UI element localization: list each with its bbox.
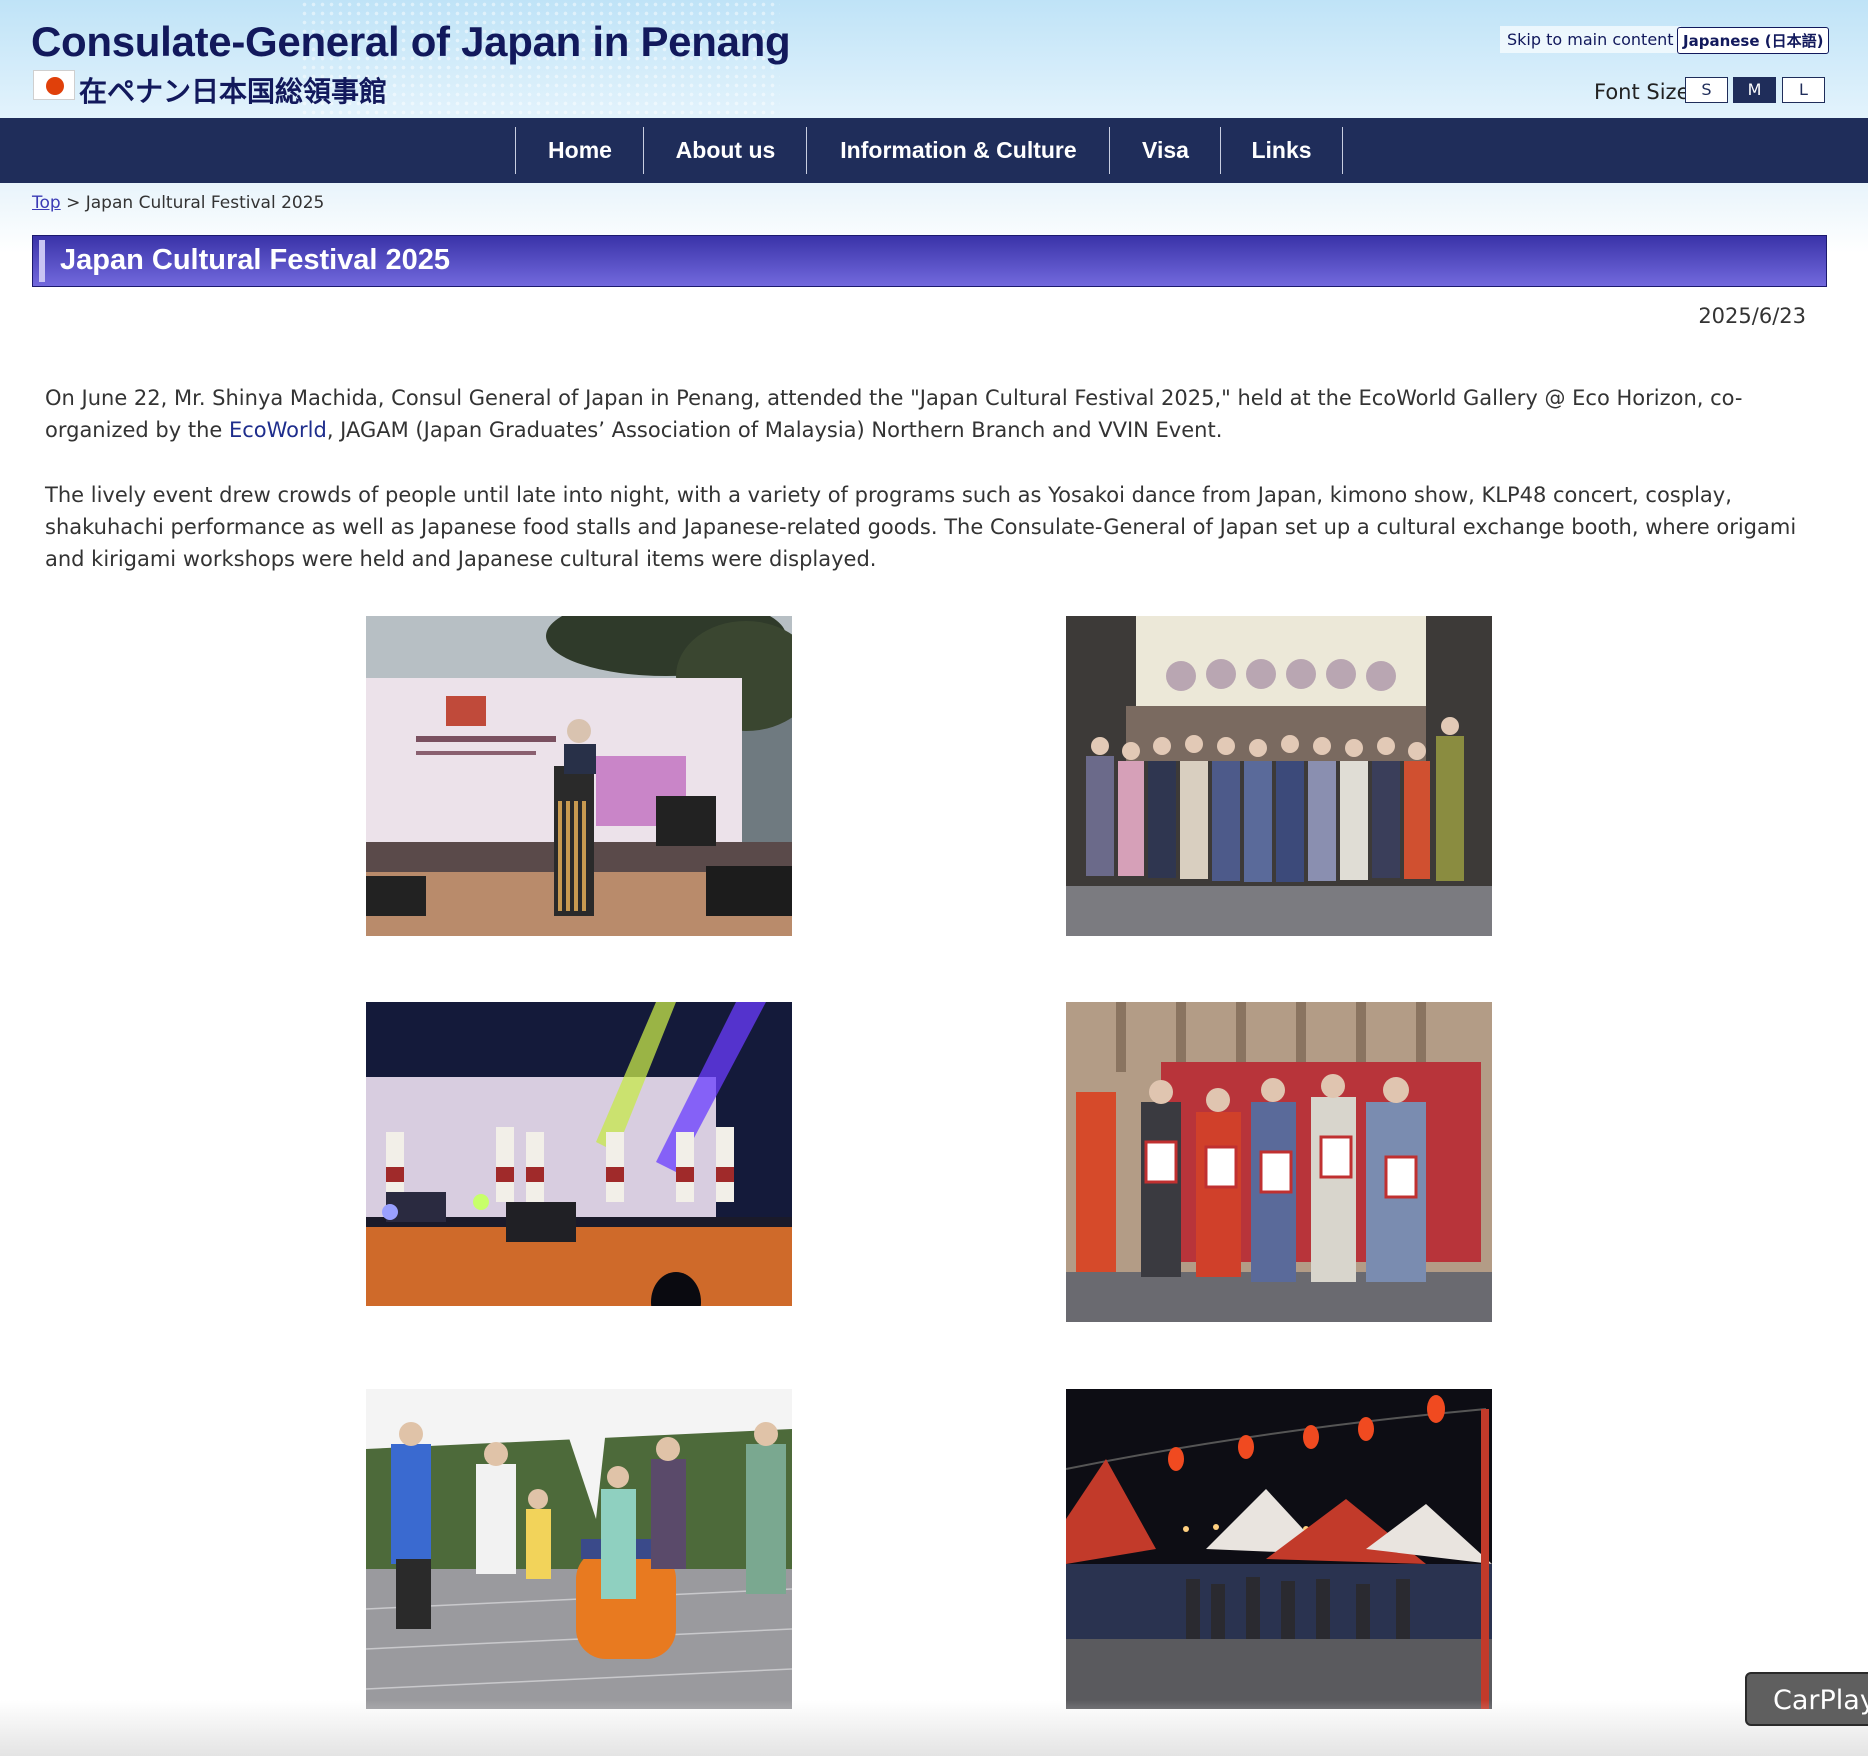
nav-item-home[interactable]: Home [515,127,644,174]
main-navigation: Home About us Information & Culture Visa… [0,118,1868,183]
page-title: Japan Cultural Festival 2025 [60,244,451,276]
breadcrumb-separator: > [66,193,81,213]
breadcrumb-top-link[interactable]: Top [32,193,61,213]
font-size-label: Font Size [1594,80,1690,104]
ecoworld-link[interactable]: EcoWorld [229,418,327,442]
photo-origami-booth [366,1389,792,1709]
bottom-scroll-fade [0,1700,1868,1756]
site-subtitle-japanese[interactable]: 在ペナン日本国総領事館 [79,70,387,110]
font-size-medium-button[interactable]: M [1733,77,1776,103]
nav-item-information-culture[interactable]: Information & Culture [806,127,1110,174]
article-paragraph-2: The lively event drew crowds of people u… [45,483,1797,571]
nav-item-about-us[interactable]: About us [643,127,807,174]
site-header: Consulate-General of Japan in Penang 在ペナ… [0,0,1868,118]
japanese-language-button[interactable]: Japanese (日本語) [1677,27,1830,54]
photo-group-with-posters [1066,1002,1492,1322]
carplay-overlay-button[interactable]: CarPlay [1745,1672,1868,1726]
skip-to-main-content-link[interactable]: Skip to main content [1500,26,1681,53]
font-size-large-button[interactable]: L [1782,77,1825,103]
post-date: 2025/6/23 [1698,304,1806,328]
photo-klp48-concert [366,1002,792,1306]
heading-accent-bar [39,240,45,282]
nav-item-visa[interactable]: Visa [1109,127,1221,174]
breadcrumb: Top > Japan Cultural Festival 2025 [32,193,324,213]
photo-consul-speech [366,616,792,936]
japan-flag-icon [33,70,75,100]
site-title[interactable]: Consulate-General of Japan in Penang [31,18,791,66]
font-size-small-button[interactable]: S [1685,77,1728,103]
article-paragraph-1: On June 22, Mr. Shinya Machida, Consul G… [45,382,1805,446]
photo-meet-and-greet-group [1066,616,1492,936]
breadcrumb-current: Japan Cultural Festival 2025 [85,193,325,213]
page-heading-bar: Japan Cultural Festival 2025 [32,235,1827,287]
nav-item-links[interactable]: Links [1220,127,1343,174]
paragraph-1-text-end: , JAGAM (Japan Graduates’ Association of… [326,418,1223,442]
photo-night-market-lanterns [1066,1389,1492,1709]
